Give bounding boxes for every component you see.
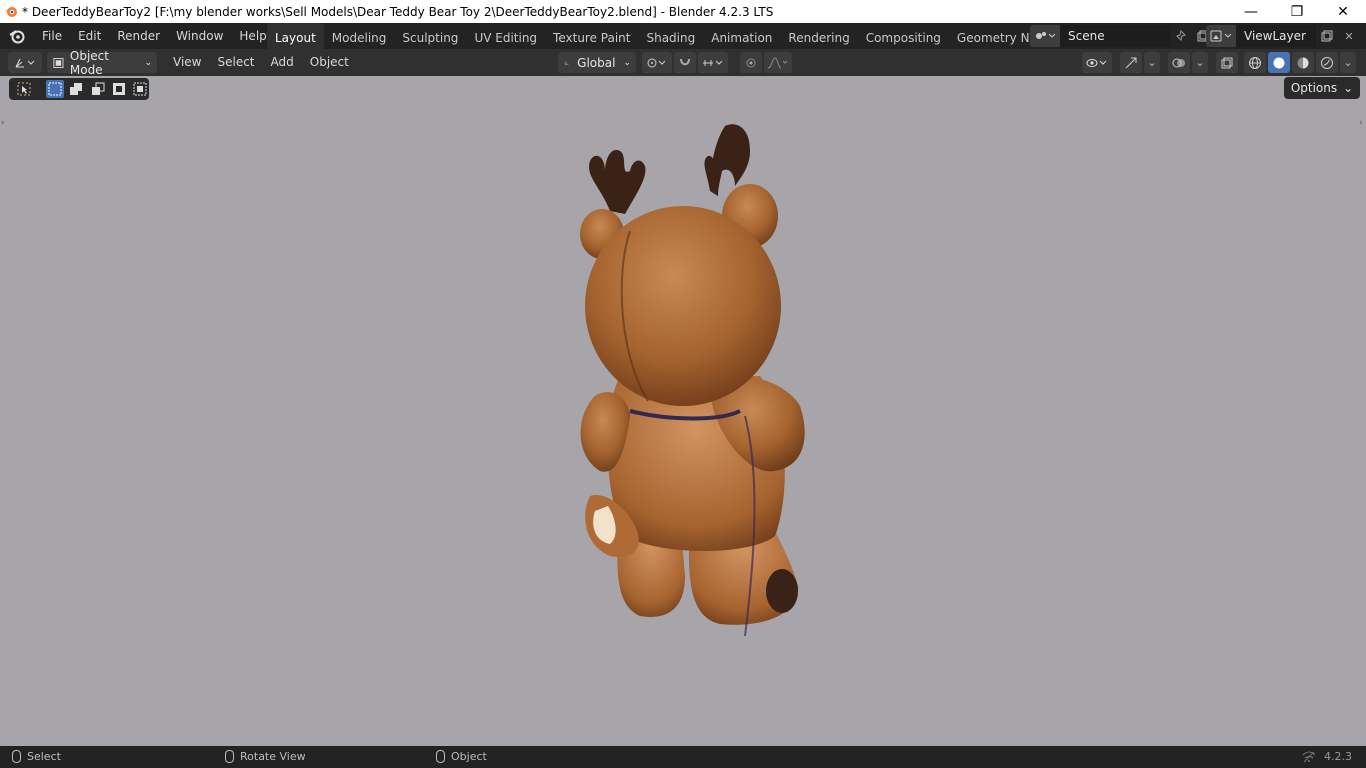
menu-add[interactable]: Add — [263, 49, 302, 76]
status-select: Select — [12, 750, 61, 763]
mode-dropdown[interactable]: Object Mode ⌄ — [47, 49, 157, 77]
network-off-icon — [1302, 751, 1316, 762]
mode-label: Object Mode — [69, 48, 109, 77]
pivot-point-icon[interactable] — [642, 52, 672, 73]
blender-logo-icon[interactable] — [0, 23, 34, 49]
select-extend-icon[interactable] — [68, 80, 85, 98]
select-tool-icon[interactable] — [15, 80, 32, 98]
minimize-button[interactable]: — — [1228, 0, 1274, 23]
viewport-display-controls: ⌄ ⌄ ⌄ — [1082, 52, 1356, 73]
chevron-down-icon: ⌄ — [1343, 81, 1354, 95]
topbar: File Edit Render Window Help Layout Mode… — [0, 23, 1366, 49]
view-layer-browse-icon[interactable] — [1206, 25, 1236, 47]
editor-type-icon[interactable] — [8, 52, 42, 73]
chevron-down-icon: ⌄ — [623, 57, 631, 68]
tab-sculpting[interactable]: Sculpting — [394, 23, 466, 49]
window-title: * DeerTeddyBearToy2 [F:\my blender works… — [22, 4, 774, 19]
blender-app-icon — [0, 0, 22, 23]
options-label: Options — [1290, 81, 1338, 95]
workspace-tabs: Layout Modeling Sculpting UV Editing Tex… — [267, 23, 1066, 49]
chevron-down-icon: ⌄ — [144, 57, 152, 68]
tab-compositing[interactable]: Compositing — [858, 23, 949, 49]
snapping-tools — [642, 52, 792, 73]
orientation-label: Global — [577, 55, 616, 70]
delete-view-layer-icon[interactable]: ✕ — [1338, 25, 1360, 47]
status-bar: Select Rotate View Object 4.2.3 — [0, 746, 1366, 768]
menu-edit[interactable]: Edit — [70, 23, 109, 49]
tab-modeling[interactable]: Modeling — [324, 23, 395, 49]
menu-view[interactable]: View — [165, 49, 209, 76]
tab-shading[interactable]: Shading — [638, 23, 703, 49]
solid-shading-icon[interactable] — [1268, 52, 1290, 73]
view-layer-name-field[interactable]: ViewLayer — [1236, 25, 1316, 47]
mouse-right-icon — [436, 750, 445, 763]
xray-toggle-icon[interactable] — [1216, 52, 1238, 73]
pin-scene-icon[interactable] — [1170, 25, 1192, 47]
rendered-shading-icon[interactable] — [1316, 52, 1338, 73]
close-button[interactable]: ✕ — [1320, 0, 1366, 23]
tab-uv-editing[interactable]: UV Editing — [466, 23, 545, 49]
status-rotate-label: Rotate View — [240, 750, 306, 763]
orientation-axes-icon — [564, 60, 569, 65]
tab-rendering[interactable]: Rendering — [780, 23, 857, 49]
version-label: 4.2.3 — [1324, 750, 1352, 763]
select-new-icon[interactable] — [46, 80, 64, 98]
snap-target-icon[interactable] — [698, 52, 728, 73]
overlays-options-chevron-icon[interactable]: ⌄ — [1192, 52, 1208, 73]
object-visibility-icon[interactable] — [1082, 52, 1112, 73]
menu-window[interactable]: Window — [168, 23, 231, 49]
status-object: Object — [436, 750, 487, 763]
status-object-label: Object — [451, 750, 487, 763]
scene-browse-icon[interactable] — [1030, 25, 1060, 47]
mouse-left-icon — [12, 750, 21, 763]
gizmo-options-chevron-icon[interactable]: ⌄ — [1144, 52, 1160, 73]
menu-select[interactable]: Select — [209, 49, 262, 76]
viewport-menus: View Select Add Object — [165, 49, 357, 76]
window-titlebar: * DeerTeddyBearToy2 [F:\my blender works… — [0, 0, 1366, 23]
viewport-header: Object Mode ⌄ View Select Add Object Glo… — [0, 49, 1366, 77]
view-layer-selector: ViewLayer ✕ — [1206, 25, 1360, 47]
snap-toggle-icon[interactable] — [674, 52, 696, 73]
object-mode-icon — [53, 57, 64, 68]
tab-animation[interactable]: Animation — [703, 23, 780, 49]
gizmo-toggle-icon[interactable] — [1120, 52, 1142, 73]
scene-name-field[interactable]: Scene — [1060, 25, 1170, 47]
overlays-toggle-icon[interactable] — [1168, 52, 1190, 73]
tab-layout[interactable]: Layout — [267, 23, 324, 49]
select-invert-icon[interactable] — [110, 80, 127, 98]
3d-viewport[interactable]: Options ⌄ › ‹ — [0, 76, 1366, 746]
status-rotate: Rotate View — [225, 750, 306, 763]
toolbar-expand-arrow-icon[interactable]: › — [1, 118, 7, 132]
select-intersect-icon[interactable] — [132, 80, 149, 98]
options-dropdown[interactable]: Options ⌄ — [1284, 77, 1360, 99]
deer-teddy-bear-model[interactable] — [560, 116, 830, 656]
proportional-falloff-icon[interactable] — [764, 52, 792, 73]
menu-render[interactable]: Render — [109, 23, 168, 49]
transform-orientation-dropdown[interactable]: Global ⌄ — [558, 52, 636, 73]
selection-mode-bar — [9, 78, 149, 100]
sidebar-expand-arrow-icon[interactable]: ‹ — [1359, 118, 1365, 132]
menu-object[interactable]: Object — [302, 49, 357, 76]
material-preview-shading-icon[interactable] — [1292, 52, 1314, 73]
status-select-label: Select — [27, 750, 61, 763]
tab-texture-paint[interactable]: Texture Paint — [545, 23, 638, 49]
mouse-middle-icon — [225, 750, 234, 763]
wireframe-shading-icon[interactable] — [1244, 52, 1266, 73]
proportional-editing-icon[interactable] — [740, 52, 762, 73]
select-subtract-icon[interactable] — [89, 80, 106, 98]
version-info: 4.2.3 — [1302, 750, 1352, 763]
shading-options-chevron-icon[interactable]: ⌄ — [1340, 52, 1356, 73]
menu-file[interactable]: File — [34, 23, 70, 49]
restore-button[interactable]: ❐ — [1274, 0, 1320, 23]
new-view-layer-icon[interactable] — [1316, 25, 1338, 47]
